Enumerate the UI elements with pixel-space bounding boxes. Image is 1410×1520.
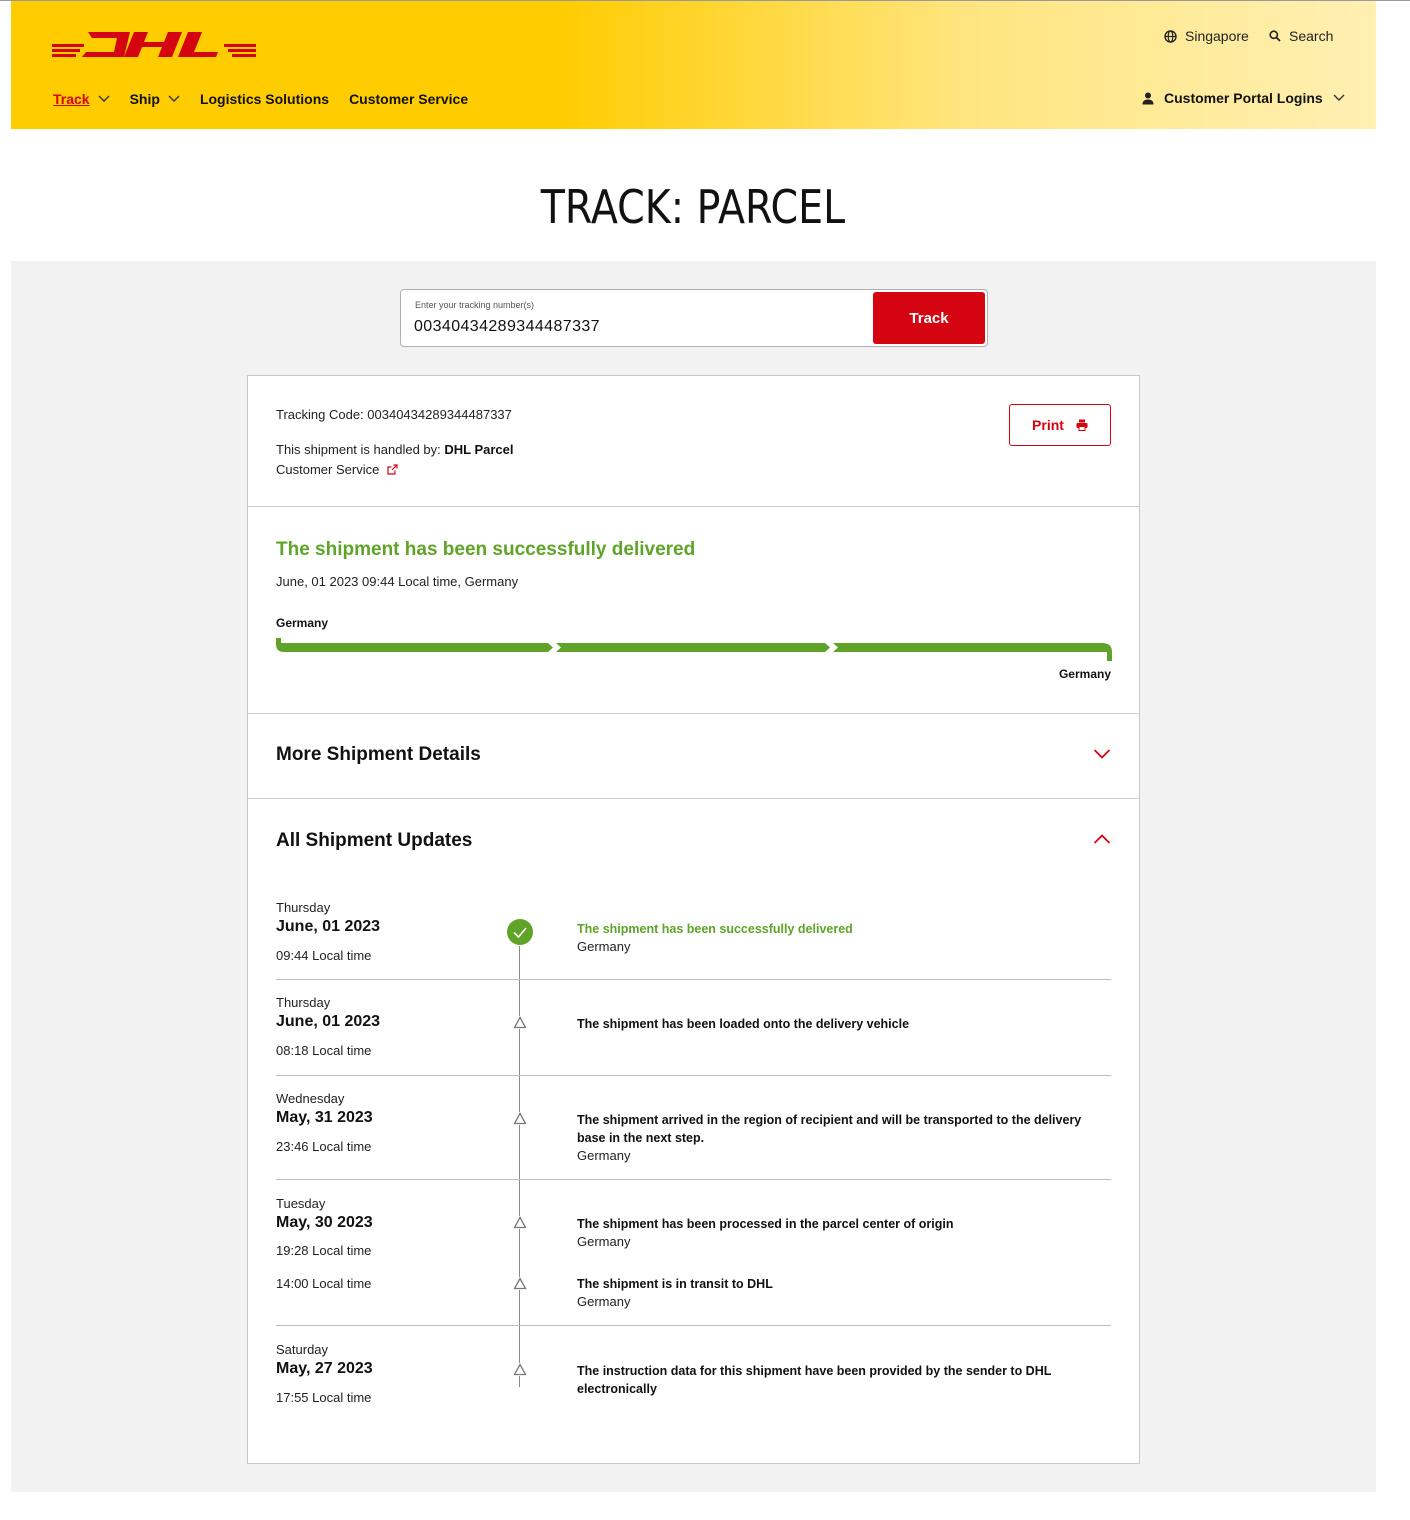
update-event: The shipment has been processed in the p…: [577, 1217, 954, 1231]
update-time: 19:28 Local time: [276, 1243, 372, 1258]
chevron-down-icon[interactable]: [1093, 748, 1111, 760]
updates-title: All Shipment Updates: [276, 830, 473, 851]
triangle-marker-icon: [513, 1112, 527, 1125]
progress-segment-2: [556, 643, 830, 652]
update-date: May, 27 2023: [276, 1360, 373, 1377]
nav-item-logistics-solutions[interactable]: Logistics Solutions: [200, 91, 329, 107]
dhl-logo[interactable]: [52, 28, 256, 60]
update-time: 17:55 Local time: [276, 1390, 372, 1405]
destination-label: Germany: [1058, 667, 1111, 681]
search-link[interactable]: Search: [1269, 28, 1333, 44]
update-day: Wednesday: [276, 1091, 345, 1106]
print-button[interactable]: Print: [1009, 404, 1111, 446]
handled-by-prefix: This shipment is handled by:: [276, 442, 445, 457]
tracking-input[interactable]: 00340434289344487337: [414, 318, 600, 336]
all-shipment-updates: All Shipment Updates Thursday June, 01 2…: [248, 799, 1139, 1463]
triangle-marker-icon: [513, 1363, 527, 1376]
update-event: The shipment has been successfully deliv…: [577, 922, 853, 936]
update-day: Tuesday: [276, 1196, 326, 1211]
update-event: The shipment has been loaded onto the de…: [577, 1017, 910, 1031]
page-title: TRACK: PARCEL: [540, 180, 846, 234]
update-date: May, 30 2023: [276, 1214, 373, 1231]
main-nav: Track Ship Logistics Solutions Customer …: [53, 91, 488, 107]
triangle-marker-icon: [513, 1277, 527, 1290]
print-label: Print: [1032, 417, 1064, 433]
more-details-title: More Shipment Details: [276, 744, 481, 765]
update-location: Germany: [577, 1148, 631, 1163]
tracking-input-label: Enter your tracking number(s): [415, 300, 535, 310]
handled-by: This shipment is handled by: DHL Parcel: [276, 442, 514, 457]
nav-item-track[interactable]: Track: [53, 91, 110, 107]
tracking-form: Enter your tracking number(s) 0034043428…: [400, 289, 988, 347]
update-day: Thursday: [276, 995, 331, 1010]
nav-item-label: Customer Service: [349, 91, 469, 107]
search-label: Search: [1289, 28, 1334, 44]
update-time: 14:00 Local time: [276, 1276, 372, 1291]
search-icon: [1269, 30, 1281, 42]
update-day: Saturday: [276, 1342, 329, 1357]
nav-item-label: Ship: [129, 91, 160, 107]
update-time: 08:18 Local time: [276, 1043, 372, 1058]
update-group: Tuesday May, 30 2023 19:28 Local time Th…: [276, 1196, 1111, 1326]
progress-segment-3: [833, 643, 1112, 661]
shipment-summary: Tracking Code: 00340434289344487337 This…: [248, 376, 1139, 507]
update-event: The shipment arrived in the region of re…: [577, 1113, 1082, 1145]
track-button[interactable]: Track: [873, 292, 985, 344]
shipment-progress-bar: [276, 638, 1112, 661]
delivery-status: The shipment has been successfully deliv…: [248, 507, 1139, 714]
update-date: June, 01 2023: [276, 918, 381, 935]
nav-item-ship[interactable]: Ship: [130, 91, 180, 107]
update-location: Germany: [577, 1294, 631, 1309]
chevron-down-icon: [98, 95, 110, 103]
customer-service-label: Customer Service: [276, 462, 380, 477]
customer-service-link[interactable]: Customer Service: [276, 462, 398, 477]
region-label: Singapore: [1185, 28, 1249, 44]
progress-segment-1: [276, 638, 553, 652]
tracking-code: Tracking Code: 00340434289344487337: [276, 407, 512, 422]
customer-portal-logins[interactable]: Customer Portal Logins: [1142, 90, 1345, 106]
status-date: June, 01 2023 09:44 Local time, Germany: [276, 574, 519, 589]
shipment-card: Tracking Code: 00340434289344487337 This…: [247, 375, 1140, 1464]
check-icon: [506, 918, 534, 946]
update-date: June, 01 2023: [276, 1013, 381, 1030]
update-event: The instruction data for this shipment h…: [577, 1364, 1052, 1396]
chevron-down-icon: [168, 95, 180, 103]
update-group: Saturday May, 27 2023 17:55 Local time T…: [276, 1342, 1111, 1432]
region-selector[interactable]: Singapore: [1164, 28, 1249, 44]
triangle-marker-icon: [513, 1016, 527, 1029]
update-group: Thursday June, 01 2023 09:44 Local time …: [276, 900, 1111, 980]
update-group: Wednesday May, 31 2023 23:46 Local time …: [276, 1091, 1111, 1180]
nav-item-label: Track: [53, 91, 90, 107]
origin-label: Germany: [276, 616, 329, 630]
chevron-up-icon[interactable]: [1093, 833, 1111, 845]
nav-item-label: Logistics Solutions: [199, 91, 330, 107]
globe-icon: [1164, 29, 1177, 43]
handled-by-carrier: DHL Parcel: [444, 442, 514, 457]
printer-icon: [1076, 419, 1088, 431]
triangle-marker-icon: [513, 1216, 527, 1229]
chevron-down-icon: [1333, 94, 1345, 102]
nav-item-customer-service[interactable]: Customer Service: [349, 91, 468, 107]
portal-label: Customer Portal Logins: [1164, 90, 1323, 106]
user-icon: [1142, 92, 1154, 105]
status-title: The shipment has been successfully deliv…: [276, 539, 696, 560]
update-day: Thursday: [276, 900, 331, 915]
update-time: 09:44 Local time: [276, 948, 372, 963]
update-time: 23:46 Local time: [276, 1139, 372, 1154]
site-header: Singapore Search Track Ship Logistics So…: [11, 1, 1376, 129]
update-group: Thursday June, 01 2023 08:18 Local time …: [276, 995, 1111, 1076]
more-shipment-details[interactable]: More Shipment Details: [248, 714, 1139, 799]
update-location: Germany: [577, 939, 631, 954]
external-link-icon: [387, 464, 398, 475]
update-date: May, 31 2023: [276, 1109, 373, 1126]
update-event: The shipment is in transit to DHL: [577, 1277, 773, 1291]
update-location: Germany: [577, 1234, 631, 1249]
